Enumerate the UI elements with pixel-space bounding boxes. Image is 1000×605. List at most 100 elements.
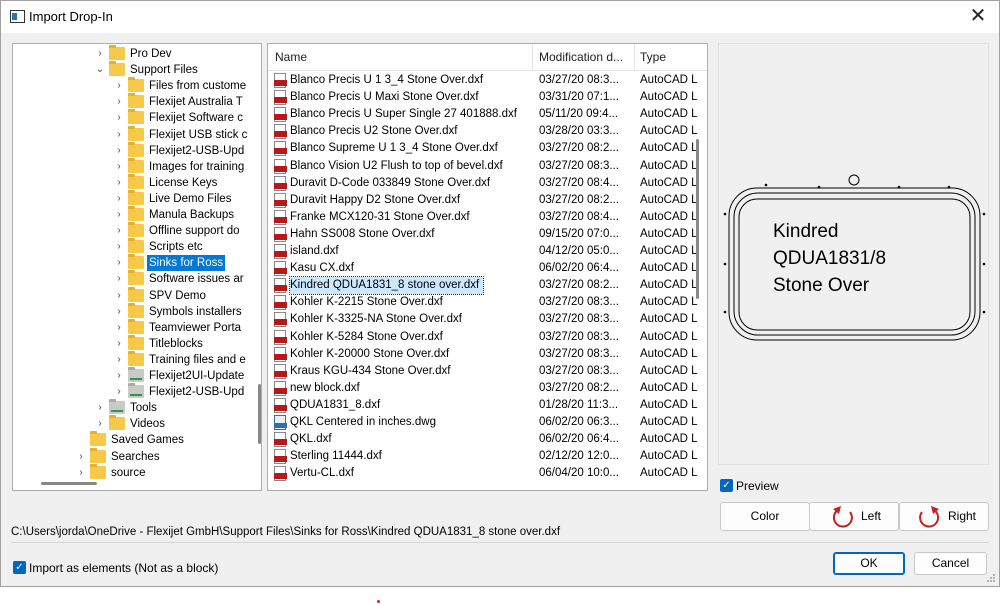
file-row[interactable]: Kasu CX.dxf 06/02/20 06:4... AutoCAD L: [270, 260, 706, 277]
column-header-modification-date[interactable]: Modification d...: [539, 50, 623, 64]
tree-item[interactable]: › Flexijet Software c: [13, 109, 253, 126]
file-row[interactable]: Kraus KGU-434 Stone Over.dxf 03/27/20 08:…: [270, 363, 706, 380]
chevron-right-icon[interactable]: ›: [95, 400, 105, 416]
column-separator[interactable]: [532, 44, 533, 71]
chevron-right-icon[interactable]: ›: [114, 127, 124, 143]
file-row[interactable]: Blanco Precis U Super Single 27 401888.d…: [270, 106, 706, 123]
file-row[interactable]: Duravit Happy D2 Stone Over.dxf 03/27/20 …: [270, 192, 706, 209]
chevron-right-icon[interactable]: [76, 432, 86, 448]
file-row[interactable]: QDUA1831_8.dxf 01/28/20 11:3... AutoCAD L: [270, 397, 706, 414]
tree-item[interactable]: › Pro Dev: [13, 45, 253, 62]
tree-item[interactable]: › License Keys: [13, 173, 253, 191]
resize-grip-icon[interactable]: [986, 573, 996, 583]
color-button[interactable]: Color: [720, 502, 810, 531]
file-row[interactable]: Kohler K-5284 Stone Over.dxf 03/27/20 08:…: [270, 329, 706, 346]
chevron-right-icon[interactable]: ›: [114, 143, 124, 159]
column-header-type[interactable]: Type: [640, 50, 666, 64]
tree-item[interactable]: › Titleblocks: [13, 334, 253, 352]
file-row[interactable]: Blanco Precis U Maxi Stone Over.dxf 03/31…: [270, 89, 706, 106]
chevron-right-icon[interactable]: ›: [114, 271, 124, 287]
import-as-elements-label[interactable]: Import as elements (Not as a block): [29, 561, 218, 575]
chevron-right-icon[interactable]: ›: [114, 320, 124, 336]
chevron-right-icon[interactable]: ›: [114, 288, 124, 304]
file-row[interactable]: Kindred QDUA1831_8 stone over.dxf 03/27/2…: [270, 276, 706, 296]
tree-item[interactable]: › Sinks for Ross: [13, 254, 253, 272]
chevron-right-icon[interactable]: ›: [114, 175, 124, 191]
chevron-right-icon[interactable]: ›: [114, 352, 124, 368]
tree-item[interactable]: › Images for training: [13, 157, 253, 175]
file-row[interactable]: Blanco Vision U2 Flush to top of bevel.d…: [270, 158, 706, 175]
tree-item[interactable]: › Software issues ar: [13, 270, 253, 287]
chevron-right-icon[interactable]: ›: [114, 239, 124, 255]
tree-item[interactable]: › Teamviewer Porta: [13, 318, 253, 336]
chevron-right-icon[interactable]: ›: [114, 110, 124, 126]
chevron-right-icon[interactable]: ›: [114, 223, 124, 239]
chevron-right-icon[interactable]: ›: [114, 207, 124, 223]
rotate-right-button[interactable]: Right: [899, 502, 989, 531]
file-row[interactable]: Blanco Precis U2 Stone Over.dxf 03/28/20 …: [270, 123, 706, 140]
tree-item[interactable]: › Flexijet2-USB-Upd: [13, 383, 253, 400]
chevron-right-icon[interactable]: ›: [114, 191, 124, 207]
folder-tree[interactable]: › Pro Dev ⌄ Support Files › Files from custom…: [12, 43, 262, 491]
tree-item[interactable]: › Tools: [13, 399, 253, 416]
chevron-right-icon[interactable]: ›: [95, 416, 105, 432]
tree-item[interactable]: › SPV Demo: [13, 286, 253, 304]
chevron-right-icon[interactable]: ›: [114, 255, 124, 271]
tree-item[interactable]: › Flexijet USB stick c: [13, 125, 253, 143]
tree-item[interactable]: › Training files and e: [13, 350, 253, 368]
chevron-right-icon[interactable]: ›: [114, 159, 124, 175]
import-as-elements-checkbox[interactable]: ✓: [13, 561, 26, 574]
tree-item[interactable]: › Videos: [13, 415, 253, 432]
file-row[interactable]: Kohler K-3325-NA Stone Over.dxf 03/27/20 …: [270, 311, 706, 328]
tree-item[interactable]: › Flexijet Australia T: [13, 93, 253, 110]
tree-item[interactable]: › Flexijet2-USB-Upd: [13, 141, 253, 159]
tree-item[interactable]: › Manula Backups: [13, 206, 253, 223]
tree-item[interactable]: › Files from custome: [13, 77, 253, 94]
tree-item[interactable]: › source: [13, 463, 253, 481]
tree-item[interactable]: › Symbols installers: [13, 302, 253, 320]
file-row[interactable]: Franke MCX120-31 Stone Over.dxf 03/27/20 …: [270, 209, 706, 226]
tree-item[interactable]: › Offline support do: [13, 222, 253, 239]
cancel-button[interactable]: Cancel: [914, 552, 987, 575]
file-row[interactable]: QKL Centered in inches.dwg 06/02/20 06:3.…: [270, 414, 706, 431]
chevron-right-icon[interactable]: ›: [114, 368, 124, 384]
tree-item[interactable]: › Searches: [13, 447, 253, 465]
column-header-name[interactable]: Name: [275, 50, 307, 64]
preview-checkbox-label[interactable]: Preview: [736, 479, 779, 493]
file-row[interactable]: Duravit D-Code 033849 Stone Over.dxf 03/2…: [270, 175, 706, 192]
chevron-right-icon[interactable]: ›: [114, 94, 124, 110]
close-button[interactable]: ✕: [965, 4, 991, 30]
tree-vscroll-thumb[interactable]: [258, 384, 261, 444]
file-row[interactable]: Sterling 11444.dxf 02/12/20 12:0... AutoCA…: [270, 448, 706, 465]
file-vscroll-thumb[interactable]: [696, 139, 699, 299]
file-row[interactable]: Hahn SS008 Stone Over.dxf 09/15/20 07:0..…: [270, 226, 706, 243]
tree-item[interactable]: ⌄ Support Files: [13, 61, 253, 78]
file-row[interactable]: Blanco Precis U 1 3_4 Stone Over.dxf 03/2…: [270, 72, 706, 89]
chevron-down-icon[interactable]: ⌄: [95, 62, 105, 78]
column-separator[interactable]: [634, 44, 635, 71]
tree-item[interactable]: › Scripts etc: [13, 238, 253, 255]
chevron-right-icon[interactable]: ›: [95, 46, 105, 62]
file-row[interactable]: Vertu-CL.dxf 06/04/20 10:0... AutoCAD L: [270, 465, 706, 482]
ok-button[interactable]: OK: [833, 552, 905, 575]
file-row[interactable]: island.dxf 04/12/20 05:0... AutoCAD L: [270, 243, 706, 260]
file-list[interactable]: Name Modification d... Type Blanco Preci…: [267, 43, 708, 491]
tree-vertical-scrollbar[interactable]: [256, 44, 261, 490]
file-row[interactable]: Kohler K-20000 Stone Over.dxf 03/27/20 08…: [270, 346, 706, 363]
file-row[interactable]: Kohler K-2215 Stone Over.dxf 03/27/20 08:…: [270, 294, 706, 311]
tree-item[interactable]: › Flexijet2UI-Update: [13, 367, 253, 384]
file-row[interactable]: Blanco Supreme U 1 3_4 Stone Over.dxf 03/…: [270, 140, 706, 157]
chevron-right-icon[interactable]: ›: [114, 384, 124, 400]
tree-item[interactable]: Saved Games: [13, 431, 253, 448]
chevron-right-icon[interactable]: ›: [76, 449, 86, 465]
file-row[interactable]: new block.dxf 03/27/20 08:2... AutoCAD L: [270, 380, 706, 397]
chevron-right-icon[interactable]: ›: [114, 336, 124, 352]
rotate-left-button[interactable]: Left: [809, 502, 899, 531]
chevron-right-icon[interactable]: ›: [114, 78, 124, 94]
chevron-right-icon[interactable]: ›: [76, 465, 86, 481]
file-row[interactable]: QKL.dxf 06/02/20 06:4... AutoCAD L: [270, 431, 706, 448]
tree-hscroll-thumb[interactable]: [41, 482, 97, 485]
chevron-right-icon[interactable]: ›: [114, 304, 124, 320]
tree-item[interactable]: › Live Demo Files: [13, 189, 253, 207]
preview-checkbox[interactable]: ✓: [720, 479, 733, 492]
